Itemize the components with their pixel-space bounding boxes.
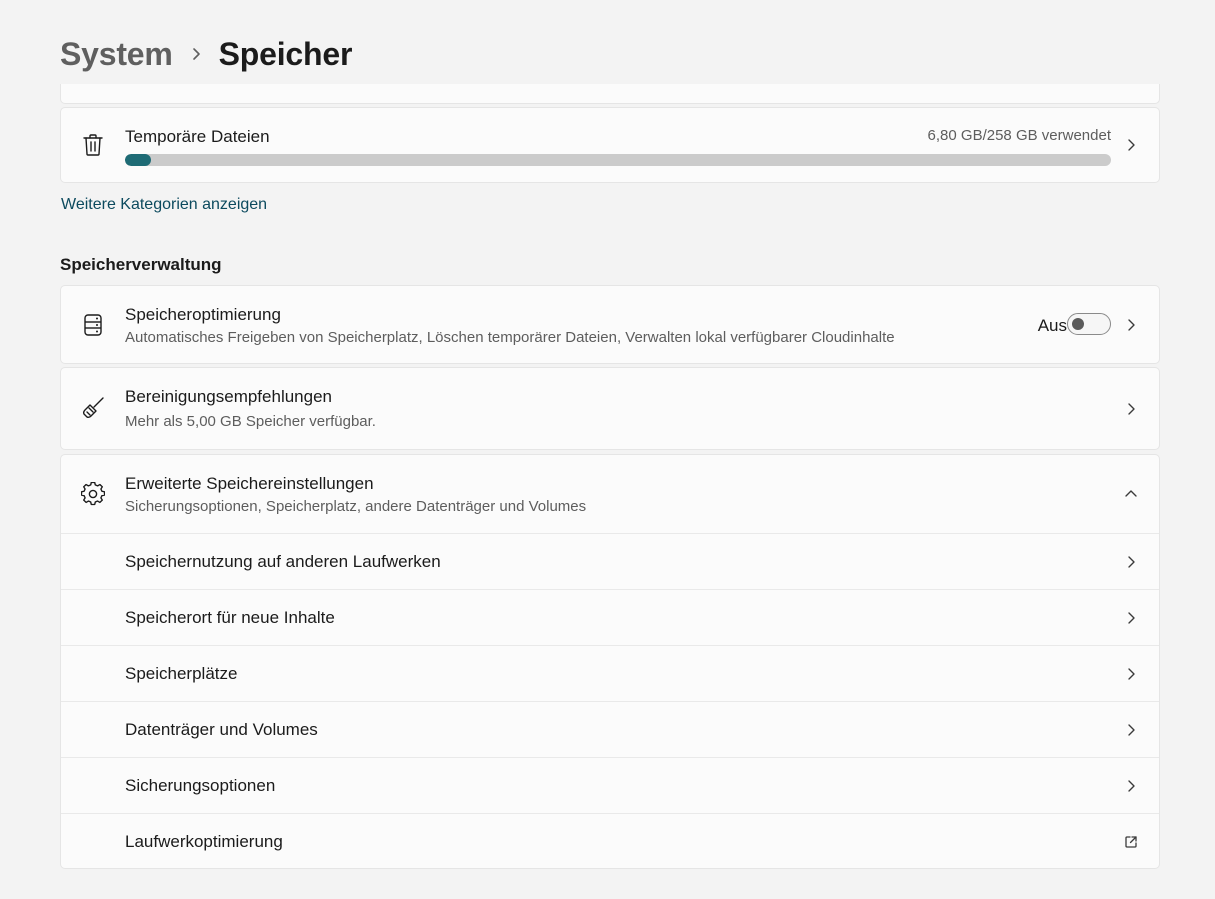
- temp-files-progress-bar: [125, 154, 1111, 166]
- list-item-other-drives[interactable]: Speichernutzung auf anderen Laufwerken: [61, 533, 1159, 589]
- chevron-right-icon: [1123, 778, 1139, 794]
- settings-page: System Speicher Temporäre Dateien 6,80 G…: [0, 0, 1215, 899]
- storage-icon: [81, 313, 105, 337]
- chevron-up-icon[interactable]: [1123, 486, 1139, 502]
- advanced-storage-header[interactable]: Erweiterte Speichereinstellungen Sicheru…: [61, 455, 1159, 533]
- list-item-label: Speicherplätze: [125, 664, 238, 683]
- storage-sense-toggle-label: Aus: [1037, 316, 1067, 335]
- chevron-right-icon: [1123, 722, 1139, 738]
- list-item-drive-optimization[interactable]: Laufwerkoptimierung: [61, 813, 1159, 869]
- temp-files-title: Temporäre Dateien: [125, 127, 270, 146]
- list-item-label: Speicherort für neue Inhalte: [125, 608, 335, 627]
- storage-sense-title: Speicheroptimierung: [125, 305, 281, 324]
- breadcrumb: System Speicher: [60, 30, 352, 78]
- temp-files-usage: 6,80 GB/258 GB verwendet: [927, 127, 1111, 144]
- trash-icon: [81, 133, 105, 157]
- advanced-storage-title: Erweiterte Speichereinstellungen: [125, 474, 374, 493]
- gear-icon: [81, 482, 105, 506]
- list-item-storage-spaces[interactable]: Speicherplätze: [61, 645, 1159, 701]
- storage-sense-subtitle: Automatisches Freigeben von Speicherplat…: [125, 329, 895, 346]
- broom-icon: [81, 396, 105, 420]
- chevron-right-icon: [1123, 666, 1139, 682]
- storage-sense-toggle[interactable]: [1067, 313, 1111, 335]
- chevron-right-icon: [1123, 554, 1139, 570]
- list-item-label: Laufwerkoptimierung: [125, 832, 283, 851]
- temp-files-row[interactable]: Temporäre Dateien 6,80 GB/258 GB verwend…: [60, 107, 1160, 183]
- cleanup-recommendations-row[interactable]: Bereinigungsempfehlungen Mehr als 5,00 G…: [60, 367, 1160, 450]
- list-item-backup-options[interactable]: Sicherungsoptionen: [61, 757, 1159, 813]
- section-title-storage-management: Speicherverwaltung: [60, 255, 222, 274]
- chevron-right-icon: [1123, 401, 1139, 417]
- external-link-icon: [1123, 834, 1139, 850]
- list-item-label: Datenträger und Volumes: [125, 720, 318, 739]
- cleanup-subtitle: Mehr als 5,00 GB Speicher verfügbar.: [125, 413, 376, 430]
- toggle-knob: [1072, 318, 1084, 330]
- page-title: Speicher: [218, 35, 353, 72]
- storage-sense-row[interactable]: Speicheroptimierung Automatisches Freige…: [60, 285, 1160, 364]
- advanced-storage-subtitle: Sicherungsoptionen, Speicherplatz, ander…: [125, 498, 587, 515]
- advanced-storage-settings: Erweiterte Speichereinstellungen Sicheru…: [60, 454, 1160, 869]
- more-categories-link[interactable]: Weitere Kategorien anzeigen: [61, 196, 267, 214]
- cleanup-title: Bereinigungsempfehlungen: [125, 387, 332, 406]
- scrolled-card-edge: [60, 84, 1160, 104]
- list-item-save-locations[interactable]: Speicherort für neue Inhalte: [61, 589, 1159, 645]
- list-item-disks-volumes[interactable]: Datenträger und Volumes: [61, 701, 1159, 757]
- chevron-right-icon: [1123, 317, 1139, 333]
- list-item-label: Sicherungsoptionen: [125, 776, 276, 795]
- chevron-right-icon: [1123, 610, 1139, 626]
- temp-files-progress-fill: [125, 154, 151, 166]
- list-item-label: Speichernutzung auf anderen Laufwerken: [125, 552, 441, 571]
- breadcrumb-system[interactable]: System: [60, 36, 173, 73]
- chevron-right-icon: [1123, 137, 1139, 153]
- breadcrumb-chevron-icon: [173, 47, 219, 61]
